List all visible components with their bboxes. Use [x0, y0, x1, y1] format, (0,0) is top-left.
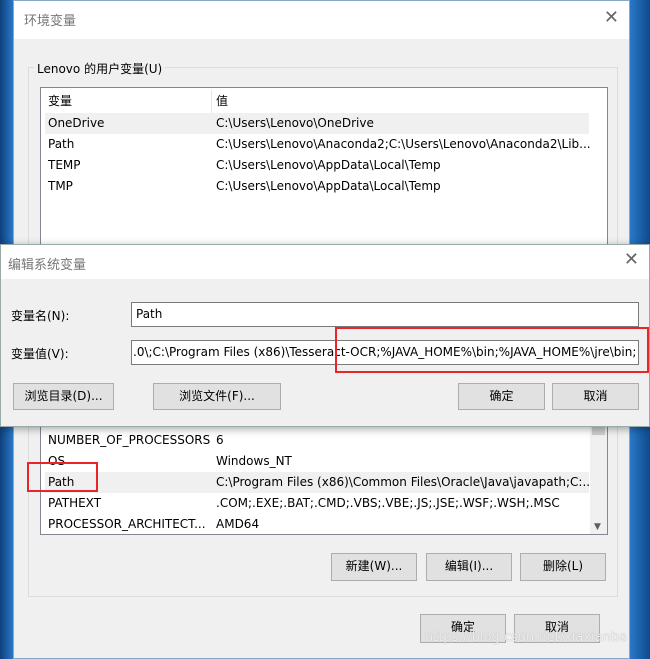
- list-item[interactable]: Path C:\Program Files (x86)\Common Files\…: [45, 472, 594, 493]
- variable-value-label: 变量值(V):: [11, 347, 69, 361]
- variable-name-label: 变量名(N):: [11, 309, 70, 323]
- var-name: NUMBER_OF_PROCESSORS: [48, 433, 211, 447]
- var-name: TMP: [48, 179, 73, 193]
- dialog-title: 编辑系统变量: [8, 258, 87, 273]
- annotation-highlight: [335, 327, 649, 373]
- close-icon[interactable]: ✕: [624, 249, 639, 270]
- var-value: C:\Users\Lenovo\OneDrive: [216, 116, 374, 130]
- variable-name-input[interactable]: Path: [131, 302, 639, 327]
- list-item[interactable]: Path C:\Users\Lenovo\Anaconda2;C:\Users\L…: [45, 134, 591, 155]
- var-name: TEMP: [48, 158, 81, 172]
- list-item[interactable]: TEMP C:\Users\Lenovo\AppData\Local\Temp: [45, 155, 589, 176]
- watermark: https://blog.csdn.net/xiaxianba: [425, 630, 628, 645]
- list-item[interactable]: TMP C:\Users\Lenovo\AppData\Local\Temp: [45, 176, 589, 197]
- title-bar: 编辑系统变量 ✕: [1, 245, 649, 279]
- var-name: PATHEXT: [48, 496, 102, 510]
- list-item[interactable]: PROCESSOR_ARCHITECT... AMD64: [45, 514, 589, 534]
- list-item[interactable]: NUMBER_OF_PROCESSORS 6: [45, 430, 589, 451]
- system-variables-list[interactable]: NUMBER_OF_PROCESSORS 6 OS Windows_NT Path C…: [40, 422, 608, 535]
- var-name: Path: [48, 137, 75, 151]
- edit-button[interactable]: 编辑(I)...: [426, 553, 512, 581]
- var-value: 6: [216, 433, 224, 447]
- var-value: C:\Program Files (x86)\Common Files\Orac…: [216, 475, 594, 489]
- column-header-variable[interactable]: 变量: [48, 90, 72, 113]
- browse-file-button[interactable]: 浏览文件(F)...: [153, 383, 281, 410]
- var-value: Windows_NT: [216, 454, 292, 468]
- delete-button[interactable]: 删除(L): [520, 553, 606, 581]
- var-name: PROCESSOR_ARCHITECT...: [48, 517, 206, 531]
- list-item[interactable]: OS Windows_NT: [45, 451, 589, 472]
- var-name: OneDrive: [48, 116, 105, 130]
- title-bar: 环境变量 ✕: [14, 1, 629, 39]
- annotation-highlight: [27, 462, 98, 492]
- var-value: C:\Users\Lenovo\Anaconda2;C:\Users\Lenov…: [216, 137, 591, 151]
- chevron-down-icon[interactable]: ▼: [594, 522, 601, 532]
- list-header: 变量 值: [45, 90, 589, 113]
- list-item[interactable]: PATHEXT .COM;.EXE;.BAT;.CMD;.VBS;.VBE;.JS…: [45, 493, 589, 514]
- column-header-value[interactable]: 值: [216, 90, 228, 113]
- close-icon[interactable]: ✕: [604, 7, 619, 28]
- scrollbar[interactable]: ▼: [590, 423, 607, 534]
- var-value: AMD64: [216, 517, 260, 531]
- browse-directory-button[interactable]: 浏览目录(D)...: [13, 383, 114, 410]
- window-title: 环境变量: [24, 14, 77, 29]
- ok-button[interactable]: 确定: [458, 383, 545, 410]
- var-value: .COM;.EXE;.BAT;.CMD;.VBS;.VBE;.JS;.JSE;.…: [216, 496, 560, 510]
- group-label: Lenovo 的用户变量(U): [34, 60, 166, 77]
- var-value: C:\Users\Lenovo\AppData\Local\Temp: [216, 158, 441, 172]
- list-item[interactable]: OneDrive C:\Users\Lenovo\OneDrive: [45, 113, 589, 134]
- var-value: C:\Users\Lenovo\AppData\Local\Temp: [216, 179, 441, 193]
- new-button[interactable]: 新建(W)...: [331, 553, 417, 581]
- cancel-button[interactable]: 取消: [552, 383, 639, 410]
